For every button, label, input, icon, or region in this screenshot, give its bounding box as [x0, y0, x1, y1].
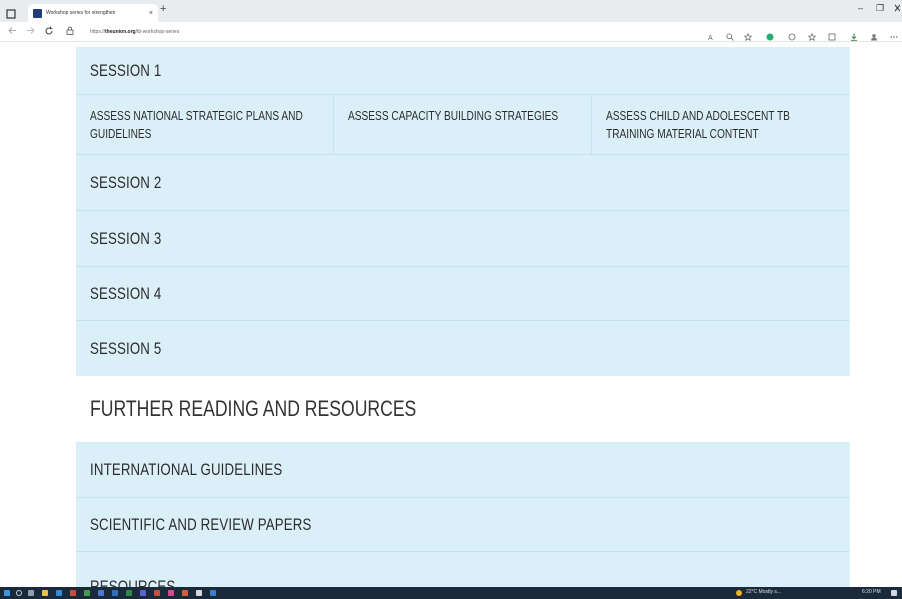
favorites-icon[interactable]	[807, 28, 817, 42]
new-tab-button[interactable]: +	[160, 4, 166, 15]
windows-taskbar: 22°C Mostly s... 6:20 PM	[0, 587, 902, 599]
collections-icon[interactable]	[828, 28, 836, 41]
edge-icon[interactable]	[56, 590, 62, 596]
session-1-item-label: ASSESS NATIONAL STRATEGIC PLANS AND GUID…	[90, 108, 303, 141]
refresh-icon[interactable]	[44, 26, 54, 38]
app-blue-icon[interactable]	[98, 590, 104, 596]
tab-title: Workshop series for strengthen	[46, 10, 116, 16]
session-2-header[interactable]: SESSION 2	[76, 155, 850, 211]
excel-icon[interactable]	[126, 590, 132, 596]
weather-icon[interactable]	[736, 590, 742, 596]
profile-icon[interactable]	[870, 28, 878, 41]
restore-button[interactable]: ❐	[876, 4, 884, 13]
outlook-icon[interactable]	[210, 590, 216, 596]
powerpoint-icon[interactable]	[154, 590, 160, 596]
resources-header[interactable]: RESOURCES	[76, 552, 850, 592]
browser-tab-bar: Workshop series for strengthen × + – ❐	[0, 0, 902, 22]
site-favicon-icon	[33, 8, 42, 18]
forward-icon[interactable]	[26, 26, 35, 37]
extension-icon[interactable]	[788, 28, 796, 41]
task-view-icon[interactable]	[28, 590, 34, 596]
session-2-title: SESSION 2	[90, 172, 162, 192]
app-green-icon[interactable]	[84, 590, 90, 596]
session-1-item-training-material[interactable]: ASSESS CHILD AND ADOLESCENT TB TRAINING …	[592, 95, 850, 154]
session-3-header[interactable]: SESSION 3	[76, 211, 850, 267]
international-guidelines-header[interactable]: INTERNATIONAL GUIDELINES	[76, 442, 850, 498]
app-orange-icon[interactable]	[182, 590, 188, 596]
session-1-item-national-strategic-plans[interactable]: ASSESS NATIONAL STRATEGIC PLANS AND GUID…	[76, 95, 334, 154]
session-1-title: SESSION 1	[90, 60, 162, 80]
minimize-button[interactable]: –	[858, 4, 863, 13]
search-icon[interactable]	[16, 590, 22, 596]
session-1-item-label: ASSESS CAPACITY BUILDING STRATEGIES	[348, 108, 559, 123]
back-icon[interactable]	[8, 26, 17, 37]
more-menu-icon[interactable]	[890, 28, 898, 38]
app-red-icon[interactable]	[70, 590, 76, 596]
further-reading-heading: FURTHER READING AND RESOURCES	[90, 396, 417, 421]
address-bar[interactable]: https:// theunion.org /tb-workshop-serie…	[90, 25, 700, 39]
scientific-papers-header[interactable]: SCIENTIFIC AND REVIEW PAPERS	[76, 498, 850, 552]
tab-actions-icon[interactable]	[6, 6, 16, 19]
session-3-title: SESSION 3	[90, 228, 162, 248]
session-1-item-label: ASSESS CHILD AND ADOLESCENT TB TRAINING …	[606, 108, 790, 141]
word-icon[interactable]	[112, 590, 118, 596]
app-pink-icon[interactable]	[168, 590, 174, 596]
international-guidelines-title: INTERNATIONAL GUIDELINES	[90, 459, 283, 479]
session-5-header[interactable]: SESSION 5	[76, 321, 850, 376]
session-1-item-capacity-building[interactable]: ASSESS CAPACITY BUILDING STRATEGIES	[334, 95, 592, 154]
svg-text:A: A	[708, 35, 713, 41]
browser-toolbar: https:// theunion.org /tb-workshop-serie…	[0, 22, 902, 42]
session-4-title: SESSION 4	[90, 283, 162, 303]
session-5-title: SESSION 5	[90, 338, 162, 358]
session-1-header[interactable]: SESSION 1	[76, 47, 850, 95]
browser-tab[interactable]: Workshop series for strengthen ×	[28, 4, 158, 22]
close-window-icon[interactable]	[894, 3, 901, 15]
extension-green-icon[interactable]	[766, 28, 774, 41]
tab-close-icon[interactable]: ×	[149, 10, 153, 17]
session-1-items: ASSESS NATIONAL STRATEGIC PLANS AND GUID…	[76, 95, 850, 155]
weather-text[interactable]: 22°C Mostly s...	[746, 589, 781, 595]
app-white-icon[interactable]	[196, 590, 202, 596]
clock[interactable]: 6:20 PM	[862, 589, 881, 595]
url-path: /tb-workshop-series	[135, 29, 180, 35]
downloads-icon[interactable]	[850, 28, 858, 41]
zoom-icon[interactable]	[726, 28, 734, 41]
lock-icon[interactable]	[66, 26, 74, 37]
notifications-icon[interactable]	[891, 590, 897, 596]
file-explorer-icon[interactable]	[42, 590, 48, 596]
further-reading-section: FURTHER READING AND RESOURCES	[76, 376, 850, 442]
read-aloud-icon[interactable]: A	[708, 28, 716, 42]
session-4-header[interactable]: SESSION 4	[76, 267, 850, 321]
url-domain: theunion.org	[105, 29, 136, 35]
start-icon[interactable]	[4, 590, 10, 596]
url-prefix: https://	[90, 29, 106, 35]
favorites-add-icon[interactable]	[743, 28, 753, 42]
scientific-papers-title: SCIENTIFIC AND REVIEW PAPERS	[90, 514, 312, 534]
teams-icon[interactable]	[140, 590, 146, 596]
workshop-content: SESSION 1 ASSESS NATIONAL STRATEGIC PLAN…	[76, 47, 850, 592]
